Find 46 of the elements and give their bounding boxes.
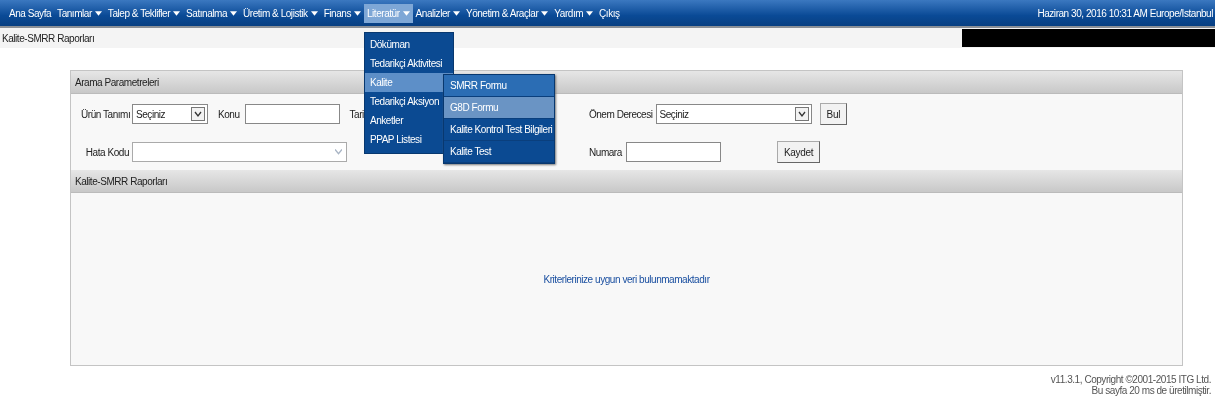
field-label: Numara — [589, 146, 622, 158]
menu-item[interactable]: Ana Sayfa — [6, 3, 55, 23]
dropdown-icon — [191, 107, 205, 121]
caret-icon — [586, 10, 594, 16]
menu-item[interactable]: Satınalma — [183, 3, 241, 23]
render-time-text: Bu sayfa 20 ms de üretilmiştir. — [1091, 385, 1211, 396]
subject-field[interactable] — [244, 104, 340, 124]
field-label: Tari — [349, 108, 364, 120]
dropdown-icon — [335, 149, 342, 155]
menu-item[interactable]: Talep & Teklifler — [104, 3, 184, 23]
page-title: Kalite-SMRR Raporları — [1, 32, 95, 44]
menu-option[interactable]: SMRR Formu — [443, 74, 554, 97]
menu-item[interactable]: Finans — [320, 3, 364, 23]
dropdown-icon — [794, 107, 809, 121]
copyright-text: v11.3.1, Copyright ©2001-2015 ITG Ltd. — [1050, 374, 1211, 385]
menu-option[interactable]: Tedarikçi Aktivitesi — [364, 53, 453, 73]
menu-option[interactable]: Kalite Kontrol Test Bilgileri — [443, 118, 554, 141]
caret-icon — [402, 10, 410, 16]
caret-icon — [230, 10, 238, 16]
caret-icon — [173, 10, 181, 16]
find-button[interactable]: Bul — [819, 103, 848, 125]
field-label: Konu — [218, 108, 240, 120]
priority-select[interactable]: Seçiniz — [655, 104, 812, 124]
field-label: Ürün Tanımı — [81, 108, 129, 120]
menu-item[interactable]: Yardım — [551, 3, 597, 23]
section-title: Kalite-SMRR Raporları — [75, 175, 168, 187]
caret-icon — [310, 10, 318, 16]
menu-item[interactable]: Yönetim & Araçlar — [462, 3, 552, 23]
field-label: Hata Kodu — [84, 146, 129, 158]
caret-icon — [94, 10, 102, 16]
caret-icon — [541, 10, 549, 16]
menu-option[interactable]: Döküman — [364, 34, 453, 54]
menu-item[interactable]: Çıkış — [596, 3, 623, 23]
menu-item[interactable]: Tanımlar — [54, 3, 105, 23]
caret-icon — [452, 10, 460, 16]
number-field[interactable] — [625, 142, 721, 162]
save-button[interactable]: Kaydet — [776, 141, 821, 163]
product-select[interactable]: Seçiniz — [132, 104, 208, 124]
menu-item[interactable]: Analizler — [412, 3, 463, 23]
empty-message: Kriterlerinize uygun veri bulunmamaktadır — [543, 273, 710, 285]
caret-icon — [353, 10, 361, 16]
section-title: Arama Parametreleri — [75, 76, 159, 88]
menu-item[interactable]: Üretim & Lojistik — [240, 3, 321, 23]
menu-option[interactable]: Kalite Test — [443, 140, 554, 163]
field-label: Önem Derecesi — [588, 108, 653, 120]
date-time: Haziran 30, 2016 10:31 AM Europe/Istanbul — [1037, 7, 1213, 19]
